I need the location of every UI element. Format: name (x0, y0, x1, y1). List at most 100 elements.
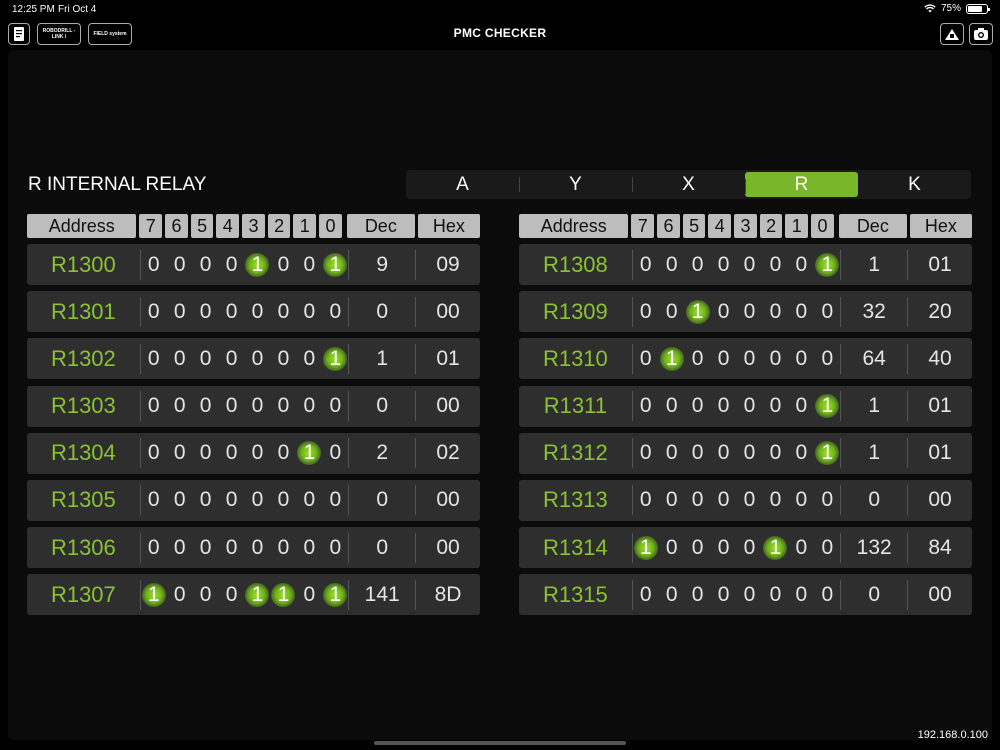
bit-cell-5: 1 (685, 297, 711, 327)
row-hex: 00 (436, 299, 460, 323)
machine-button[interactable] (940, 23, 964, 45)
bit-cell-1: 0 (296, 250, 322, 280)
table-row[interactable]: R1304 0 0 0 0 0 0 1 0 2 02 (27, 432, 480, 474)
bit-cell-1: 0 (296, 580, 322, 610)
bit-cell-5: 0 (685, 438, 711, 468)
bit-cell-7: 0 (141, 485, 167, 515)
table-row[interactable]: R1302 0 0 0 0 0 0 0 1 1 01 (27, 338, 480, 380)
bit-value: 0 (251, 299, 264, 323)
header-bit-3: 3 (242, 214, 265, 238)
bit-value: 0 (795, 488, 808, 512)
row-dec: 0 (376, 299, 389, 323)
top-toolbar: ROBODRILL -LINK i FIELD system PMC CHECK… (0, 20, 1000, 48)
bit-cell-7: 0 (633, 580, 659, 610)
table-row[interactable]: R1303 0 0 0 0 0 0 0 0 0 00 (27, 385, 480, 427)
battery-percent: 75% (940, 3, 961, 14)
bit-value: 0 (795, 299, 808, 323)
table-row[interactable]: R1301 0 0 0 0 0 0 0 0 0 00 (27, 291, 480, 333)
bit-cell-3: 0 (737, 580, 763, 610)
table-row[interactable]: R1305 0 0 0 0 0 0 0 0 0 00 (27, 479, 480, 521)
table-row[interactable]: R1308 0 0 0 0 0 0 0 1 1 01 (519, 244, 972, 285)
table-row[interactable]: R1312 0 0 0 0 0 0 0 1 1 01 (519, 432, 972, 474)
bit-value: 0 (173, 535, 186, 559)
table-row[interactable]: R1311 0 0 0 0 0 0 0 1 1 01 (519, 385, 972, 427)
battery-icon (966, 3, 990, 14)
bit-value: 0 (303, 299, 316, 323)
bit-cell-7: 0 (141, 344, 167, 374)
header-address: Address (519, 214, 629, 238)
bit-cell-4: 0 (711, 485, 737, 515)
table-row[interactable]: R1314 1 0 0 0 0 1 0 0 132 84 (519, 527, 972, 569)
bit-value: 0 (821, 299, 834, 323)
bit-value: 0 (691, 252, 704, 276)
bit-cell-6: 0 (659, 391, 685, 421)
table-row[interactable]: R1306 0 0 0 0 0 0 0 0 0 00 (27, 527, 480, 569)
segment-tabs: AYXRK (406, 170, 971, 199)
bit-cell-6: 0 (167, 485, 193, 515)
bit-cell-0: 1 (322, 580, 348, 610)
row-hex: 8D (434, 582, 462, 606)
bit-cell-2: 0 (762, 580, 788, 610)
page-title: PMC CHECKER (453, 26, 547, 40)
bit-value: 0 (769, 394, 782, 418)
bit-value: 0 (277, 299, 290, 323)
tab-r[interactable]: R (745, 172, 858, 197)
table-row[interactable]: R1315 0 0 0 0 0 0 0 0 0 00 (519, 574, 972, 616)
bit-cell-2: 0 (762, 250, 788, 280)
bit-value: 0 (639, 441, 652, 465)
bit-cell-5: 0 (685, 250, 711, 280)
bit-value: 0 (717, 252, 730, 276)
bit-value: 0 (329, 299, 342, 323)
bit-cell-3: 1 (245, 580, 271, 610)
bit-value: 0 (665, 488, 678, 512)
bit-value: 0 (717, 488, 730, 512)
bit-cell-7: 0 (633, 250, 659, 280)
bit-cell-4: 0 (711, 344, 737, 374)
tab-k[interactable]: K (858, 170, 971, 199)
bit-cell-5: 0 (193, 391, 219, 421)
bit-cell-2: 0 (270, 391, 296, 421)
bit-value: 0 (173, 299, 186, 323)
bit-cell-7: 0 (633, 297, 659, 327)
bit-cell-1: 0 (296, 297, 322, 327)
bit-value: 0 (743, 299, 756, 323)
bit-cell-0: 0 (814, 533, 840, 563)
bit-value: 0 (769, 346, 782, 370)
row-address: R1300 (50, 251, 116, 277)
bit-value: 0 (665, 252, 678, 276)
bit-cell-3: 0 (737, 533, 763, 563)
bit-value: 1 (329, 346, 342, 370)
row-hex: 00 (928, 582, 952, 606)
home-indicator[interactable] (374, 741, 626, 745)
bit-cell-2: 0 (762, 344, 788, 374)
bit-value: 0 (691, 488, 704, 512)
bit-cell-1: 0 (788, 580, 814, 610)
header-bit-7: 7 (139, 214, 163, 238)
row-hex: 00 (436, 488, 460, 512)
bit-value: 0 (795, 346, 808, 370)
bit-value: 0 (225, 582, 238, 606)
bit-value: 0 (769, 582, 782, 606)
screenshot-button[interactable] (969, 23, 993, 45)
bit-value: 1 (821, 441, 834, 465)
table-row[interactable]: R1313 0 0 0 0 0 0 0 0 0 00 (519, 479, 972, 521)
bit-cell-3: 0 (245, 344, 271, 374)
bit-cell-5: 0 (685, 533, 711, 563)
table-row[interactable]: R1309 0 0 1 0 0 0 0 0 32 20 (519, 291, 972, 333)
table-row[interactable]: R1310 0 1 0 0 0 0 0 0 64 40 (519, 338, 972, 380)
header-dec: Dec (838, 214, 907, 238)
bit-value: 0 (665, 582, 678, 606)
tab-y[interactable]: Y (519, 170, 632, 199)
bit-value: 1 (821, 252, 834, 276)
bit-value: 0 (821, 346, 834, 370)
tab-a[interactable]: A (406, 170, 519, 199)
bit-cell-0: 0 (322, 485, 348, 515)
table-row[interactable]: R1307 1 0 0 0 1 1 0 1 141 8D (27, 574, 480, 616)
bit-cell-7: 1 (633, 533, 659, 563)
table-row[interactable]: R1300 0 0 0 0 1 0 0 1 9 09 (27, 244, 480, 285)
header-hex: Hex (417, 214, 480, 238)
bit-value: 0 (147, 488, 160, 512)
tab-x[interactable]: X (632, 170, 745, 199)
bit-value: 0 (147, 346, 160, 370)
bit-cell-6: 0 (167, 580, 193, 610)
